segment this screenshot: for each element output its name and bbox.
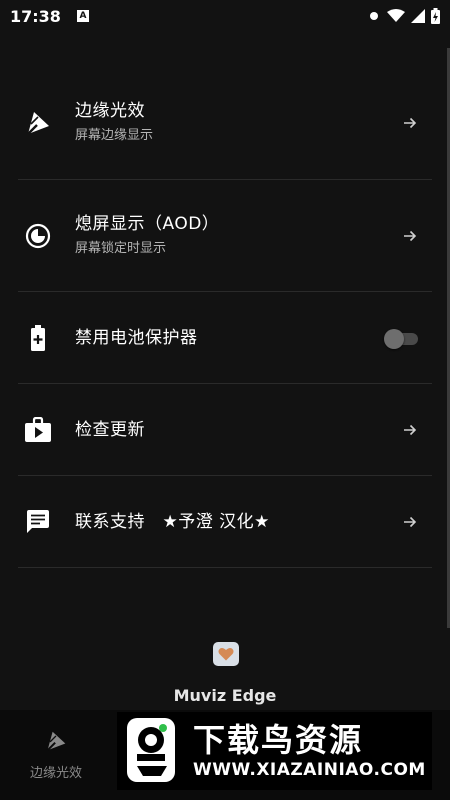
edge-light-icon [46,731,66,751]
watermark-url: WWW.XIAZAINIAO.COM [193,760,426,780]
status-bar: 17:38 A [0,0,450,32]
menu-item-title: 熄屏显示（AOD） [75,214,220,234]
menu-item-text: 检查更新 [75,418,398,442]
menu-item-text: 禁用电池保护器 [75,326,384,350]
toggle-thumb [384,328,404,349]
settings-menu: 边缘光效 屏幕边缘显示 熄屏显示（AOD） 屏幕锁定时显示 禁用电池保护器 检查… [0,66,450,568]
heart-icon [218,647,234,661]
nav-tab-edge-light[interactable]: 边缘光效 [0,710,112,800]
app-logo [213,642,239,666]
menu-item-subtitle: 屏幕锁定时显示 [75,241,167,256]
status-icons [367,8,440,24]
cell-signal-icon [411,9,425,23]
watermark-banner: 下载鸟资源 WWW.XIAZAINIAO.COM [117,712,432,790]
menu-item-subtitle: 屏幕边缘显示 [75,128,154,143]
watermark-title: 下载鸟资源 [193,721,364,759]
app-name: Muviz Edge [173,686,277,705]
arrow-right-icon[interactable] [398,418,422,442]
menu-item-check-update[interactable]: 检查更新 [18,384,432,476]
battery-saver-toggle[interactable] [384,328,420,349]
signal-dot-icon [370,12,378,20]
battery-status-icon [431,8,440,24]
status-time: 17:38 [10,6,61,26]
store-icon [18,410,58,450]
menu-item-text: 边缘光效 屏幕边缘显示 [75,99,398,146]
arrow-right-icon[interactable] [398,111,422,135]
arrow-right-icon[interactable] [398,510,422,534]
menu-item-text: 联系支持 ★予澄 汉化★ [75,510,398,534]
edge-light-icon [18,103,58,143]
menu-item-text: 熄屏显示（AOD） 屏幕锁定时显示 [75,212,398,259]
notification-badge: A [76,10,89,22]
arrow-right-icon[interactable] [398,224,422,248]
menu-item-title: 边缘光效 [75,101,145,121]
watermark-text: 下载鸟资源 WWW.XIAZAINIAO.COM [193,721,426,781]
menu-item-battery-saver[interactable]: 禁用电池保护器 [18,292,432,384]
menu-item-contact-support[interactable]: 联系支持 ★予澄 汉化★ [18,476,432,568]
menu-item-title: 检查更新 [75,419,145,440]
clock-icon [18,216,58,256]
nav-tab-label: 边缘光效 [29,765,82,781]
menu-item-title: 联系支持 ★予澄 汉化★ [75,511,270,532]
menu-item-title: 禁用电池保护器 [75,327,198,348]
menu-item-edge-light[interactable]: 边缘光效 屏幕边缘显示 [18,66,432,180]
menu-item-aod[interactable]: 熄屏显示（AOD） 屏幕锁定时显示 [18,180,432,292]
wifi-icon [387,9,405,22]
chat-icon [18,502,58,542]
battery-icon [18,318,58,358]
bird-logo-icon [123,716,179,786]
